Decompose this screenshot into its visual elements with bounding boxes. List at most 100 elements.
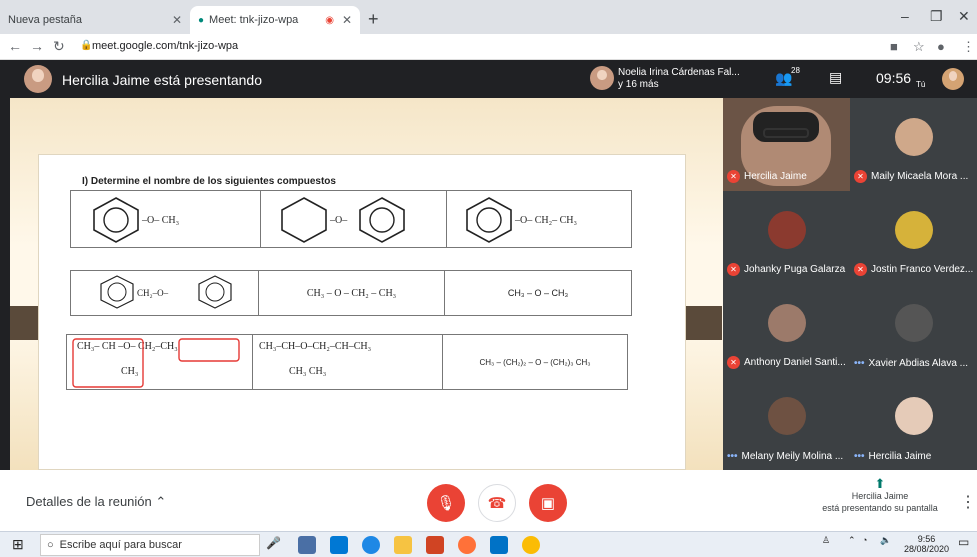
row3-formula-b: CH₃–CH–O–CH₂–CH–CH₃ — [259, 341, 372, 352]
firefox-icon[interactable] — [458, 536, 476, 554]
close-tab-icon[interactable]: ✕ — [342, 13, 352, 27]
row1-label-c: –O– CH₂– CH₃ — [514, 215, 577, 226]
file-explorer-icon[interactable] — [394, 536, 412, 554]
participant-name: Johanky Puga Galarza — [744, 264, 846, 275]
chrome-icon[interactable] — [522, 536, 540, 554]
participant-avatar — [895, 211, 933, 249]
presentation-names[interactable]: Noelia Irina Cárdenas Fal... y 16 más — [618, 67, 740, 91]
compound-cell: CH₃ – O – CH₃ — [444, 270, 632, 316]
participant-label: ••• Melany Meily Molina ... — [727, 451, 850, 462]
meet-favicon-icon: ● — [198, 14, 205, 26]
search-circle-icon: ○ — [47, 539, 54, 551]
tab-label: Nueva pestaña — [8, 14, 82, 26]
participant-label: ✕ Johanky Puga Galarza — [727, 263, 850, 276]
powerpoint-icon[interactable] — [426, 536, 444, 554]
mic-off-icon: ✕ — [727, 170, 740, 183]
chat-icon[interactable]: ▤ — [829, 69, 842, 86]
dibenzyl-ether-structure: CH₂–O– — [99, 274, 232, 309]
participant-tile[interactable]: ••• Xavier Abdias Alava ... — [850, 284, 977, 377]
clock-time: 9:56 — [917, 534, 936, 544]
participant-avatar — [768, 211, 806, 249]
people-icon[interactable]: 👥 — [775, 70, 792, 87]
menu-kebab-icon[interactable]: ⋮ — [962, 39, 975, 55]
restore-icon[interactable]: ❐ — [930, 8, 943, 25]
windows-start-icon[interactable]: ⊞ — [12, 536, 24, 553]
presentation-stage: I) Determine el nombre de los siguientes… — [0, 98, 723, 470]
participant-name: Jostin Franco Verdez... — [871, 264, 974, 275]
more-options-icon[interactable]: ••• — [854, 451, 865, 462]
row1-label-a: –O– CH₃ — [141, 215, 179, 226]
participant-label: ✕ Hercilia Jaime — [727, 170, 850, 183]
ethyl-phenyl-ether-structure: –O– CH₂– CH₃ — [466, 196, 577, 243]
leave-call-button[interactable]: ☎ — [478, 484, 516, 522]
bookmark-star-icon[interactable]: ☆ — [913, 39, 925, 55]
task-view-icon[interactable] — [298, 536, 316, 554]
lock-icon: 🔒 — [80, 40, 93, 51]
participant-avatar — [895, 304, 933, 342]
participant-tile[interactable]: ••• Hercilia Jaime — [850, 377, 977, 470]
more-options-icon[interactable]: ••• — [727, 451, 738, 462]
taskbar-search-box[interactable]: ○ Escribe aquí para buscar — [40, 534, 260, 556]
participant-tile[interactable]: ••• Melany Meily Molina ... — [723, 377, 850, 470]
edge-icon[interactable] — [362, 536, 380, 554]
participant-tile[interactable]: ✕ Maily Micaela Mora ... — [850, 98, 977, 191]
compound-cell: CH₃ – O – CH₂ – CH₃ — [258, 270, 445, 316]
network-icon[interactable]: ◔ — [862, 535, 867, 545]
camera-indicator-icon[interactable]: ■ — [890, 39, 898, 54]
camera-toggle-button[interactable]: ▣ — [529, 484, 567, 522]
presenter-info[interactable]: ⬆ Hercilia Jaime está presentando su pan… — [805, 476, 955, 514]
presentation-names-line1: Noelia Irina Cárdenas Fal... — [618, 67, 740, 78]
participant-label: ••• Hercilia Jaime — [854, 451, 977, 462]
taskbar-clock[interactable]: 9:56 28/08/2020 — [904, 534, 949, 554]
participant-name: Xavier Abdias Alava ... — [868, 358, 969, 369]
benzene-methoxy-structure: –O– CH₃ — [92, 196, 179, 243]
new-tab-button[interactable]: + — [368, 9, 379, 30]
tab-meet[interactable]: ● Meet: tnk-jizo-wpa ◉ ✕ — [190, 6, 360, 34]
forward-icon[interactable]: → — [30, 38, 44, 54]
tab-new-tab[interactable]: Nueva pestaña ✕ — [0, 6, 190, 34]
participant-name: Melany Meily Molina ... — [741, 451, 844, 462]
participant-name: Hercilia Jaime — [744, 171, 807, 182]
people-tray-icon[interactable]: ♙ — [822, 535, 830, 546]
mic-toggle-button[interactable]: 🎙 — [427, 484, 465, 522]
self-avatar[interactable] — [942, 68, 964, 90]
presenter-status: está presentando su pantalla — [822, 503, 938, 513]
cyclohexyl-phenyl-ether-structure: –O– — [280, 196, 405, 243]
meeting-details-label: Detalles de la reunión — [26, 494, 152, 509]
mic-icon[interactable]: 🎤 — [266, 536, 284, 554]
meet-control-bar: Detalles de la reunión ⌃ 🎙 ☎ ▣ ⬆ Hercili… — [0, 470, 977, 531]
chevron-up-tray-icon[interactable]: ⌃ — [848, 535, 856, 546]
more-options-icon[interactable]: ⋮ — [960, 492, 976, 512]
compound-cell: CH₂–O– — [70, 270, 259, 316]
mic-off-icon: ✕ — [727, 263, 740, 276]
meeting-time: 09:56 — [876, 70, 912, 86]
participant-tile[interactable]: ✕ Johanky Puga Galarza — [723, 191, 850, 284]
reload-icon[interactable]: ↻ — [53, 38, 65, 55]
compounds-row-1: –O– CH₃ –O– –O– CH₂– CH₃ — [70, 190, 632, 248]
profile-avatar-icon[interactable]: ● — [937, 39, 945, 54]
compound-cell: –O– CH₂– CH₃ — [446, 190, 632, 248]
row1-label-b: –O– — [329, 215, 348, 226]
present-screen-icon: ⬆ — [874, 476, 886, 491]
store-icon[interactable] — [330, 536, 348, 554]
participant-tile[interactable]: ✕ Hercilia Jaime — [723, 98, 850, 191]
participant-name: Maily Micaela Mora ... — [871, 171, 969, 182]
participant-tile[interactable]: ✕ Anthony Daniel Santi... — [723, 284, 850, 377]
participant-label: ✕ Maily Micaela Mora ... — [854, 170, 977, 183]
presenting-title: Hercilia Jaime está presentando — [62, 72, 262, 88]
more-options-icon[interactable]: ••• — [854, 358, 865, 369]
browser-tab-bar: Nueva pestaña ✕ ● Meet: tnk-jizo-wpa ◉ ✕… — [0, 0, 977, 34]
participant-tile[interactable]: ✕ Jostin Franco Verdez... — [850, 191, 977, 284]
meeting-details-button[interactable]: Detalles de la reunión ⌃ — [26, 494, 166, 510]
minimize-icon[interactable]: – — [901, 8, 909, 24]
close-window-icon[interactable]: ✕ — [958, 8, 970, 25]
close-tab-icon[interactable]: ✕ — [172, 13, 182, 27]
url-field[interactable]: meet.google.com/tnk-jizo-wpa — [92, 40, 238, 52]
compound-cell: CH₃– CH –O– CH₂–CH₃ CH₃ — [66, 334, 253, 390]
you-label: Tú — [916, 80, 926, 89]
volume-icon[interactable]: 🔈 — [880, 535, 891, 546]
camera-off-icon: ▣ — [540, 495, 556, 512]
mail-icon[interactable] — [490, 536, 508, 554]
notifications-icon[interactable]: ▭ — [958, 535, 969, 549]
back-icon[interactable]: ← — [8, 38, 22, 54]
